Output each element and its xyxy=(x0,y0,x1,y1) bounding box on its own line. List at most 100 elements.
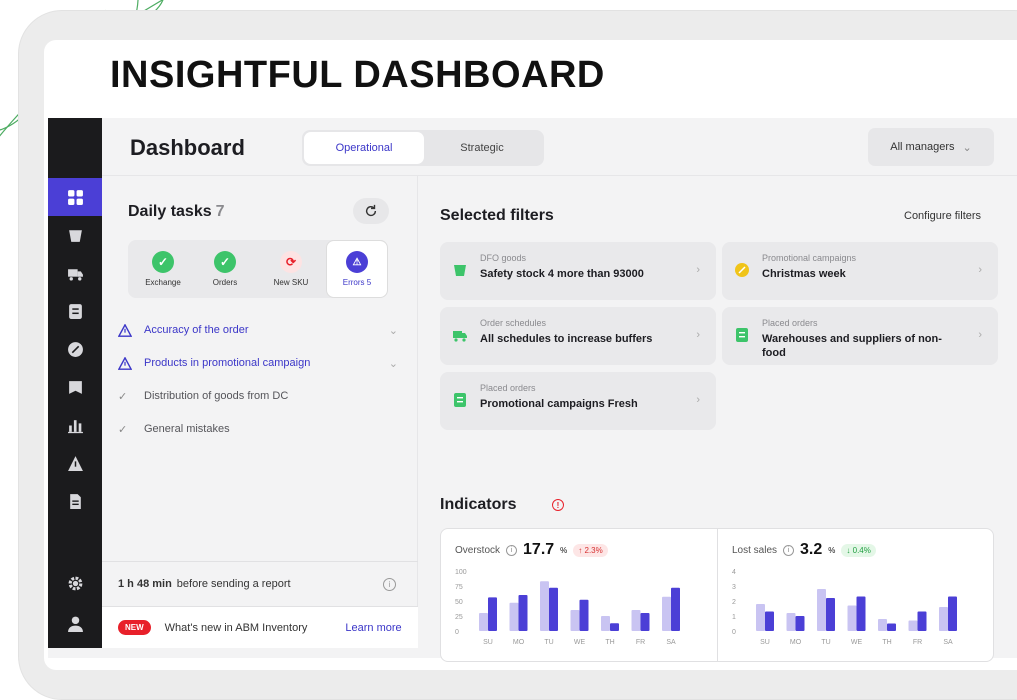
tab-strategic[interactable]: Strategic xyxy=(422,132,542,164)
bar[interactable] xyxy=(509,602,519,631)
filter-card[interactable]: Placed orders Promotional campaigns Fres… xyxy=(440,372,716,430)
daily-tasks-panel: Daily tasks 7 ✓ Exchange ✓ Orders ⟳ New S… xyxy=(102,176,418,648)
bar[interactable] xyxy=(856,596,866,632)
truck-icon[interactable] xyxy=(48,254,102,292)
gear-icon[interactable] xyxy=(48,564,102,602)
screen: INSIGHTFUL DASHBOARD Dashboard Operation… xyxy=(44,40,1017,670)
daily-tasks-count: 7 xyxy=(215,203,225,220)
x-tick-label: SA xyxy=(666,639,676,646)
task-item-distribution[interactable]: ✓ Distribution of goods from DC xyxy=(118,385,398,407)
delta-badge: ↑ 2.3% xyxy=(573,543,608,557)
bar[interactable] xyxy=(908,620,918,632)
chart-plot: 4 3 2 1 0 SU MO TU WE TH FR SA xyxy=(732,569,957,646)
bar[interactable] xyxy=(939,607,948,631)
bar[interactable] xyxy=(579,599,589,631)
bar[interactable] xyxy=(640,613,650,631)
bar[interactable] xyxy=(887,623,896,632)
task-card-errors[interactable]: ⚠ Errors 5 xyxy=(326,240,388,298)
new-badge: NEW xyxy=(118,620,151,635)
configure-filters-link[interactable]: Configure filters xyxy=(904,210,981,222)
bar[interactable] xyxy=(631,610,641,631)
bar[interactable] xyxy=(610,623,619,631)
tab-operational[interactable]: Operational xyxy=(304,132,424,164)
list-icon[interactable] xyxy=(48,292,102,330)
info-icon[interactable]: i xyxy=(383,577,396,591)
task-item-label: General mistakes xyxy=(144,423,230,435)
x-tick-label: MO xyxy=(513,639,525,646)
daily-tasks-title: Daily tasks 7 xyxy=(128,203,225,221)
task-item-accuracy[interactable]: Accuracy of the order ⌄ xyxy=(118,319,398,341)
bar[interactable] xyxy=(549,587,558,631)
bucket-icon xyxy=(454,265,466,276)
bar[interactable] xyxy=(662,596,671,631)
filter-card[interactable]: Placed orders Warehouses and suppliers o… xyxy=(722,307,998,365)
book-icon[interactable] xyxy=(48,368,102,406)
warning-icon xyxy=(118,323,144,337)
bar[interactable] xyxy=(817,589,826,631)
task-card-orders[interactable]: ✓ Orders xyxy=(194,240,256,298)
chart-plot: 100 75 50 25 0 SU MO TU WE TH FR SA xyxy=(455,569,680,646)
alert-icon[interactable] xyxy=(48,444,102,482)
bar[interactable] xyxy=(847,605,857,632)
overstock-chart: Overstock i 17.7 % ↑ 2.3% 100 75 50 25 0 SU MO… xyxy=(441,529,717,661)
task-card-new-sku[interactable]: ⟳ New SKU xyxy=(260,240,322,298)
bucket-icon[interactable] xyxy=(48,216,102,254)
filter-category: Placed orders xyxy=(762,318,818,328)
y-tick-label: 4 xyxy=(732,569,736,576)
list-icon xyxy=(454,393,466,407)
chevron-right-icon: › xyxy=(696,264,700,276)
refresh-button[interactable] xyxy=(353,198,389,224)
bar[interactable] xyxy=(756,604,765,631)
bar[interactable] xyxy=(786,613,796,631)
page-title: Dashboard xyxy=(130,135,245,160)
bar[interactable] xyxy=(479,613,488,631)
bar[interactable] xyxy=(948,596,957,632)
chevron-right-icon: › xyxy=(978,264,982,276)
bar[interactable] xyxy=(671,587,680,631)
task-card-label: Errors 5 xyxy=(342,278,372,287)
user-icon[interactable] xyxy=(48,604,102,642)
filter-card[interactable]: Promotional campaigns Christmas week › xyxy=(722,242,998,300)
info-icon[interactable]: i xyxy=(506,544,518,556)
filter-category: Placed orders xyxy=(480,383,536,393)
chevron-right-icon: › xyxy=(696,394,700,406)
alert-circle-icon[interactable]: ! xyxy=(552,499,564,511)
task-item-general[interactable]: ✓ General mistakes xyxy=(118,418,398,440)
managers-select[interactable]: All managers ⌄ xyxy=(868,128,994,166)
bar[interactable] xyxy=(488,597,497,631)
chart-header: Lost sales i 3.2 % ↓ 0.4% xyxy=(732,541,876,559)
learn-more-link[interactable]: Learn more xyxy=(345,622,401,634)
chevron-right-icon: › xyxy=(696,329,700,341)
bar[interactable] xyxy=(518,595,528,631)
filter-card[interactable]: DFO goods Safety stock 4 more than 93000… xyxy=(440,242,716,300)
bar[interactable] xyxy=(601,616,610,631)
warning-icon xyxy=(118,356,144,370)
task-item-promotional[interactable]: Products in promotional campaign ⌄ xyxy=(118,352,398,374)
grid-icon[interactable] xyxy=(48,178,102,216)
bar[interactable] xyxy=(917,611,927,632)
bar[interactable] xyxy=(540,581,549,631)
info-icon[interactable]: i xyxy=(783,544,795,556)
bar[interactable] xyxy=(765,611,774,632)
filter-value: Warehouses and suppliers of non-food xyxy=(762,333,942,359)
y-tick-label: 0 xyxy=(732,629,736,636)
news-text: What's new in ABM Inventory xyxy=(164,621,308,634)
bar[interactable] xyxy=(826,598,835,631)
chart-value: 17.7 xyxy=(523,541,555,558)
bar[interactable] xyxy=(570,610,580,631)
percent-icon[interactable] xyxy=(48,330,102,368)
indicators-title: Indicators xyxy=(440,496,517,513)
document-icon[interactable] xyxy=(48,482,102,520)
check-icon: ✓ xyxy=(214,251,236,273)
task-card-exchange[interactable]: ✓ Exchange xyxy=(132,240,194,298)
filter-card[interactable]: Order schedules All schedules to increas… xyxy=(440,307,716,365)
task-card-label: New SKU xyxy=(273,278,309,287)
refresh-icon xyxy=(365,204,377,217)
chart-title: Lost sales xyxy=(732,544,778,556)
sync-icon: ⟳ xyxy=(280,251,302,273)
y-tick-label: 100 xyxy=(455,569,467,576)
bar[interactable] xyxy=(878,619,887,631)
check-icon: ✓ xyxy=(152,251,174,273)
bar[interactable] xyxy=(795,616,805,631)
chart-icon[interactable] xyxy=(48,406,102,444)
